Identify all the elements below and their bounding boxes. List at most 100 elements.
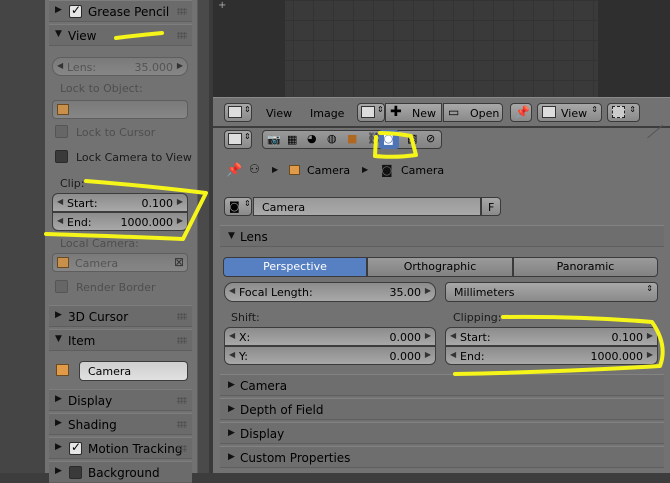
panel-3d-cursor[interactable]: ▶ 3D Cursor	[49, 305, 192, 327]
shift-x-field[interactable]: ◀ X: 0.000 ▶	[224, 327, 436, 346]
object-icon[interactable]: ■	[347, 132, 357, 145]
item-name-field[interactable]: Camera	[79, 361, 188, 381]
decrement-arrow-icon: ◀	[57, 216, 64, 225]
panel-display[interactable]: ▶ Display	[220, 422, 664, 444]
drag-grip-icon[interactable]	[177, 313, 187, 320]
tab-label: Perspective	[263, 260, 327, 273]
decrement-arrow-icon: ◀	[450, 331, 457, 340]
panel-item[interactable]: ▼ Item	[49, 329, 192, 351]
folder-icon: ▭	[448, 105, 460, 119]
pivot-select[interactable]: ⇕	[607, 103, 640, 122]
physics-icon[interactable]: ⊘	[426, 132, 435, 145]
focal-length-field[interactable]: ◀ Focal Length: 35.00 ▶	[224, 282, 436, 302]
lock-to-cursor-checkbox[interactable]	[55, 125, 68, 138]
properties-icon	[228, 133, 242, 145]
shift-y-field[interactable]: ◀ Y: 0.000 ▶	[224, 346, 436, 365]
canvas-margin	[598, 0, 670, 97]
tab-orthographic[interactable]: Orthographic	[367, 257, 513, 277]
lock-to-cursor-label: Lock to Cursor	[76, 126, 156, 139]
local-camera-field[interactable]: Camera ⊠	[52, 253, 188, 272]
panel-camera[interactable]: ▶ Camera	[220, 374, 664, 396]
camera-data-icon: ◙	[383, 132, 394, 145]
lock-camera-to-view-checkbox[interactable]	[55, 150, 68, 163]
scene-icon[interactable]: ◕	[307, 132, 317, 145]
pin-icon[interactable]: 📌	[226, 163, 242, 178]
panel-label: Motion Tracking	[88, 442, 183, 456]
panel-display[interactable]: ▶ Display	[49, 389, 192, 411]
collapse-arrow-icon: ▼	[228, 231, 235, 241]
view-icon	[542, 106, 556, 118]
field-label: X:	[239, 331, 251, 344]
image-icon	[361, 106, 375, 118]
panel-custom-properties[interactable]: ▶ Custom Properties	[220, 446, 664, 468]
camera-datablock-name[interactable]: Camera	[253, 197, 481, 216]
tab-panoramic[interactable]: Panoramic	[513, 257, 658, 277]
menu-image[interactable]: Image	[310, 107, 344, 120]
drag-grip-icon[interactable]	[177, 397, 187, 404]
field-label: End:	[67, 216, 92, 229]
drag-grip-icon[interactable]	[177, 445, 187, 452]
panel-motion-tracking[interactable]: ▶ Motion Tracking	[49, 437, 192, 459]
lens-unit-select[interactable]: Millimeters ⇕	[445, 282, 658, 302]
panel-label: Depth of Field	[240, 403, 324, 417]
lens-field[interactable]: ◀ Lens: 35.000 ▶	[52, 57, 188, 76]
render-border-label: Render Border	[76, 281, 156, 294]
increment-arrow-icon: ▶	[176, 61, 183, 70]
drag-grip-icon[interactable]	[177, 421, 187, 428]
motion-tracking-checkbox[interactable]	[69, 440, 82, 455]
expand-arrow-icon: ▶	[228, 428, 235, 438]
browse-image-button[interactable]: ⇕	[357, 103, 385, 122]
panel-grease-pencil[interactable]: ▶ Grease Pencil	[49, 0, 192, 22]
texture-icon[interactable]: ▧	[407, 132, 417, 145]
increment-arrow-icon: ▶	[424, 286, 431, 295]
fake-user-button[interactable]: F	[481, 197, 501, 216]
field-label: End:	[460, 350, 485, 363]
panel-lens[interactable]: ▼ Lens	[220, 225, 664, 247]
pin-button[interactable]: 📌	[510, 103, 532, 122]
plus-icon: ✚	[390, 104, 402, 120]
breadcrumb-object: Camera	[307, 164, 351, 177]
panel-background-images[interactable]: ▶ Background Images	[49, 461, 192, 483]
render-icon[interactable]: 📷	[267, 133, 281, 146]
drag-grip-icon[interactable]	[177, 32, 187, 39]
grease-pencil-checkbox[interactable]	[69, 3, 82, 18]
expand-arrow-icon: ▶	[55, 418, 62, 428]
render-border-checkbox[interactable]	[55, 280, 68, 293]
updown-arrows-icon: ⇕	[646, 284, 653, 293]
drag-grip-icon[interactable]	[177, 8, 187, 15]
browse-camera-button[interactable]: ◙ ⇕	[224, 197, 252, 216]
render-layers-icon[interactable]: ▦	[287, 133, 297, 146]
panel-depth-of-field[interactable]: ▶ Depth of Field	[220, 398, 664, 420]
decrement-arrow-icon: ◀	[229, 350, 236, 359]
expand-arrow-icon: ▶	[228, 404, 235, 414]
open-image-button[interactable]: ▭ Open	[443, 103, 503, 122]
clipping-end-field[interactable]: ◀ End: 1000.000 ▶	[445, 346, 658, 365]
updown-arrows-icon: ⇕	[244, 132, 251, 141]
panel-view[interactable]: ▼ View	[49, 24, 192, 46]
field-value: Camera	[75, 257, 119, 270]
tab-perspective[interactable]: Perspective	[223, 257, 367, 277]
increment-arrow-icon: ▶	[424, 350, 431, 359]
clipping-start-field[interactable]: ◀ Start: 0.100 ▶	[445, 327, 658, 346]
updown-arrows-icon: ⇕	[591, 105, 598, 114]
expand-arrow-icon: ▶	[55, 310, 62, 320]
world-icon[interactable]: ◍	[327, 132, 337, 145]
lock-to-object-field[interactable]	[52, 100, 188, 119]
panel-label: Custom Properties	[240, 451, 351, 465]
button-label: Open	[470, 107, 500, 120]
panel-label: Item	[68, 334, 96, 348]
add-region-icon[interactable]: +	[218, 0, 226, 11]
tab-label: Orthographic	[403, 260, 477, 273]
menu-view[interactable]: View	[266, 107, 292, 120]
drag-grip-icon[interactable]	[177, 337, 187, 344]
clip-end-field[interactable]: ◀ End: 1000.000 ▶	[52, 212, 188, 231]
new-image-button[interactable]: ✚ New	[385, 103, 442, 122]
panel-label: Lens	[240, 230, 268, 244]
region-separator[interactable]	[197, 0, 209, 473]
clip-start-field[interactable]: ◀ Start: 0.100 ▶	[52, 193, 188, 212]
editor-type-button[interactable]: ⇕	[224, 130, 252, 149]
view-mode-select[interactable]: View ⇕	[537, 103, 602, 122]
panel-shading[interactable]: ▶ Shading	[49, 413, 192, 435]
editor-type-button[interactable]: ⇕	[224, 103, 252, 122]
clear-x-icon[interactable]: ⊠	[174, 255, 184, 269]
